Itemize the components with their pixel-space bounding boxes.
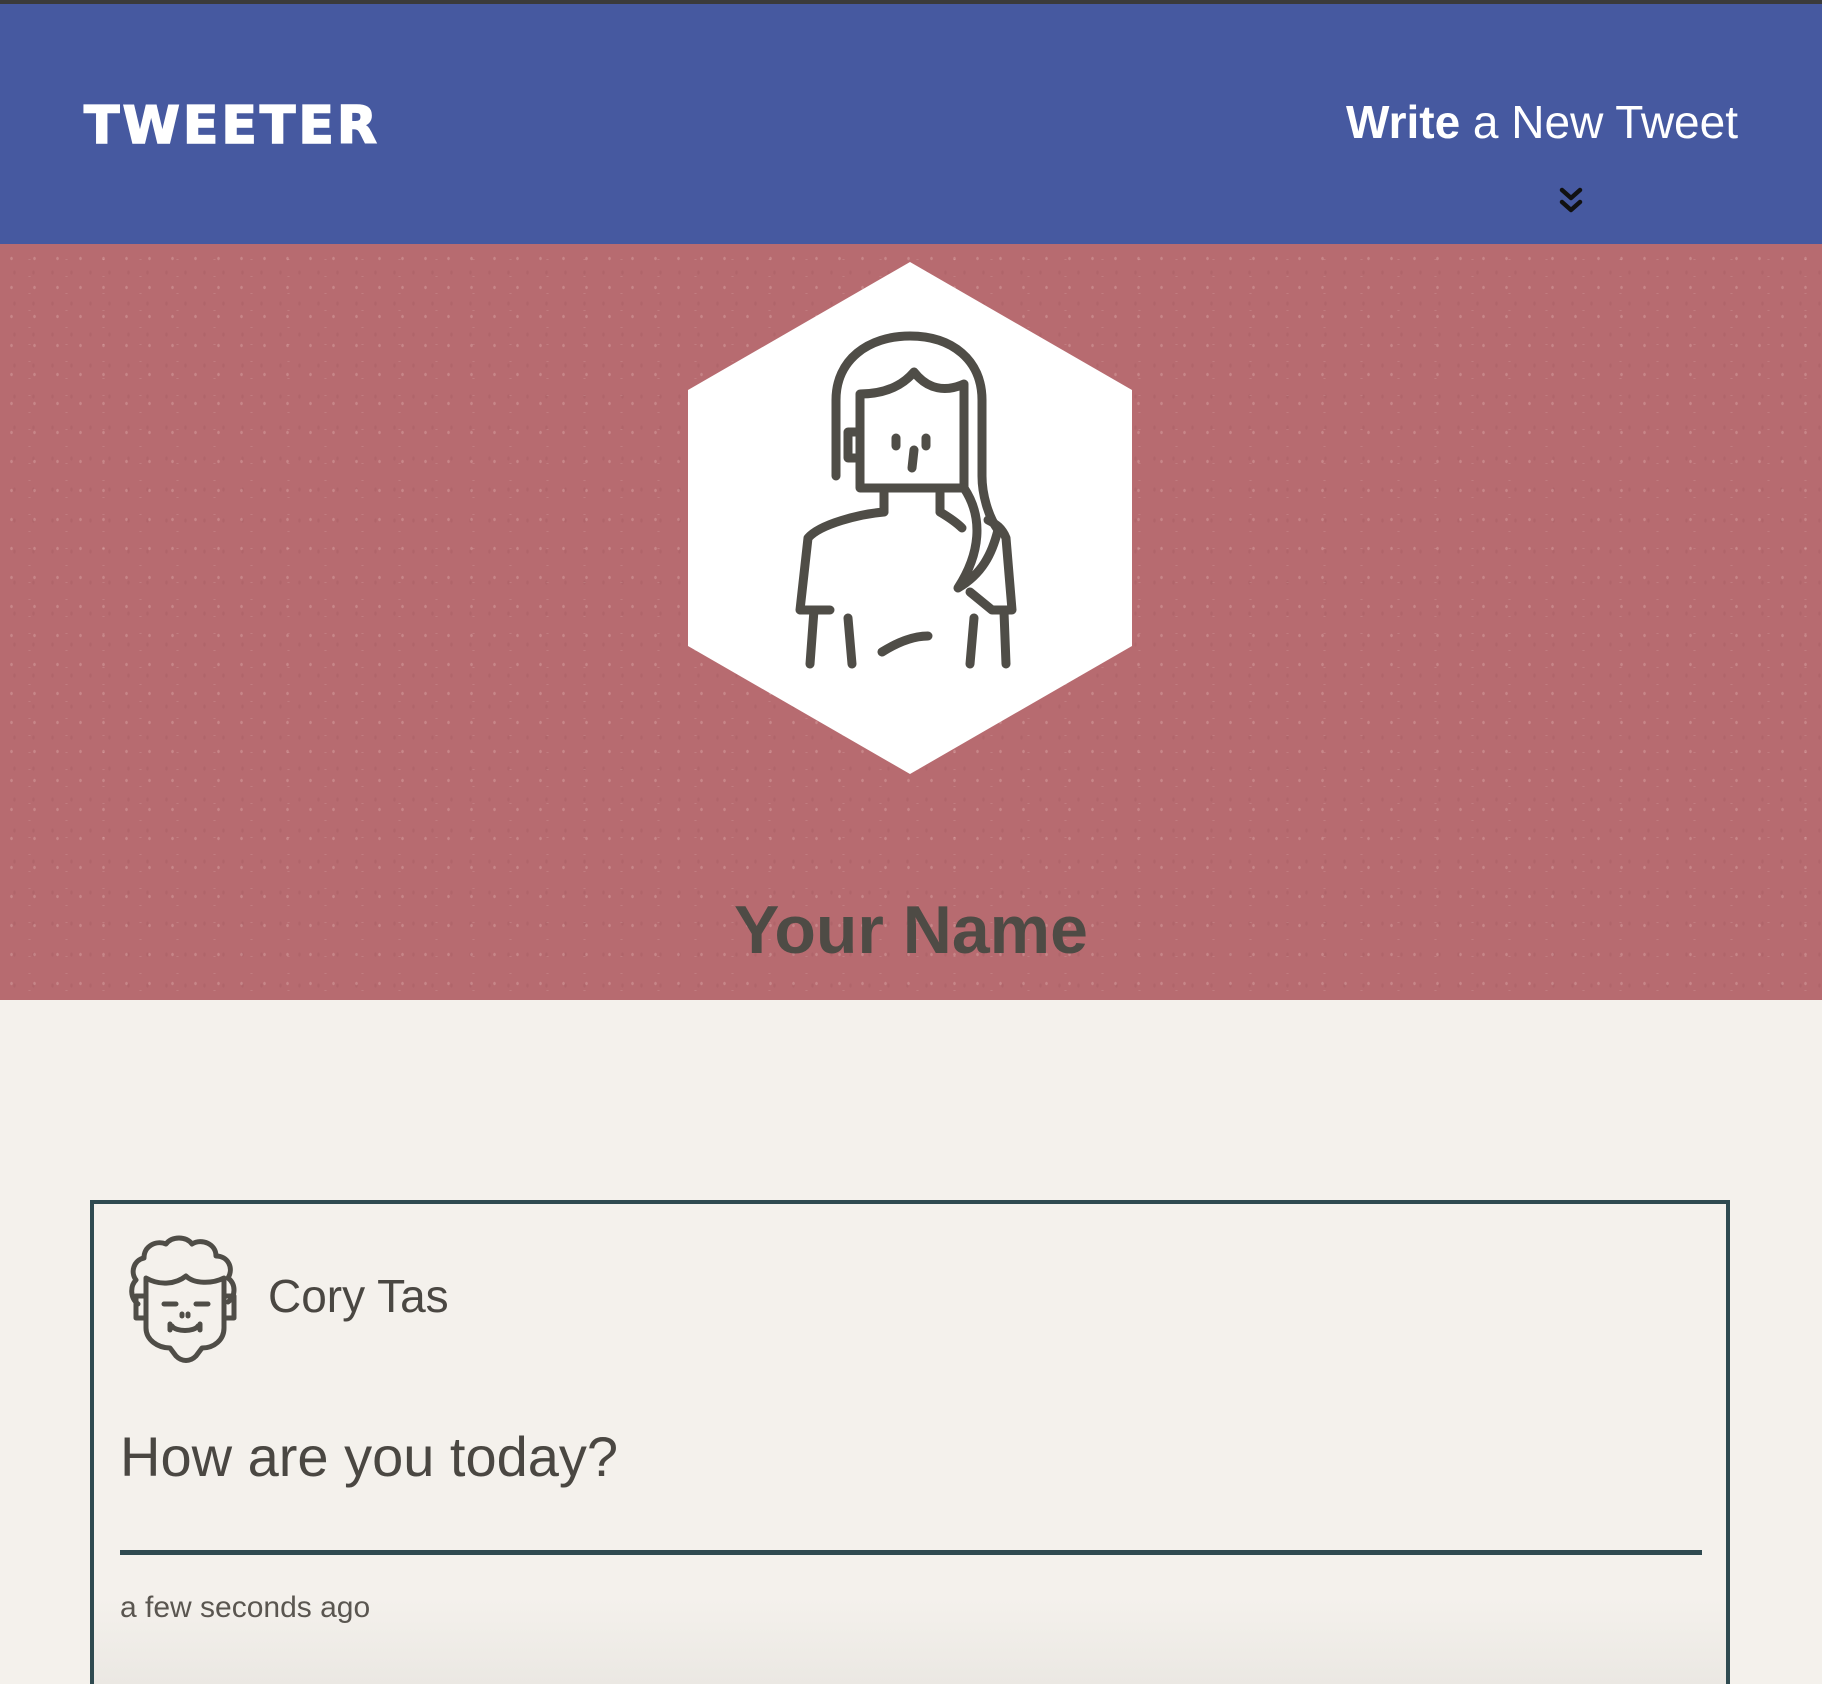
write-label-rest: a New Tweet (1460, 96, 1738, 148)
write-new-tweet-label: Write a New Tweet (1346, 92, 1738, 152)
tweet-card[interactable]: Cory Tas How are you today? a few second… (90, 1200, 1730, 1684)
double-chevron-down-icon[interactable] (1556, 186, 1586, 216)
tweet-content: How are you today? (120, 1425, 619, 1488)
tweet-timestamp: a few seconds ago (120, 1591, 371, 1624)
profile-name: Your Name (734, 891, 1088, 968)
tweet-author-name: Cory Tas (268, 1270, 449, 1322)
tweet-divider (120, 1550, 1702, 1555)
write-label-strong: Write (1345, 96, 1461, 148)
brand-logo[interactable]: TWEETER (83, 95, 380, 157)
profile-header: Your Name (0, 244, 1822, 1000)
woman-avatar-icon (688, 262, 1132, 774)
tweeter-page: TWEETER Write a New Tweet Your Name Cory… (0, 0, 1822, 1684)
curly-hair-man-avatar-icon (129, 1235, 237, 1363)
write-new-tweet-button[interactable]: Write a New Tweet (1318, 92, 1738, 232)
top-nav: TWEETER Write a New Tweet (0, 4, 1822, 244)
